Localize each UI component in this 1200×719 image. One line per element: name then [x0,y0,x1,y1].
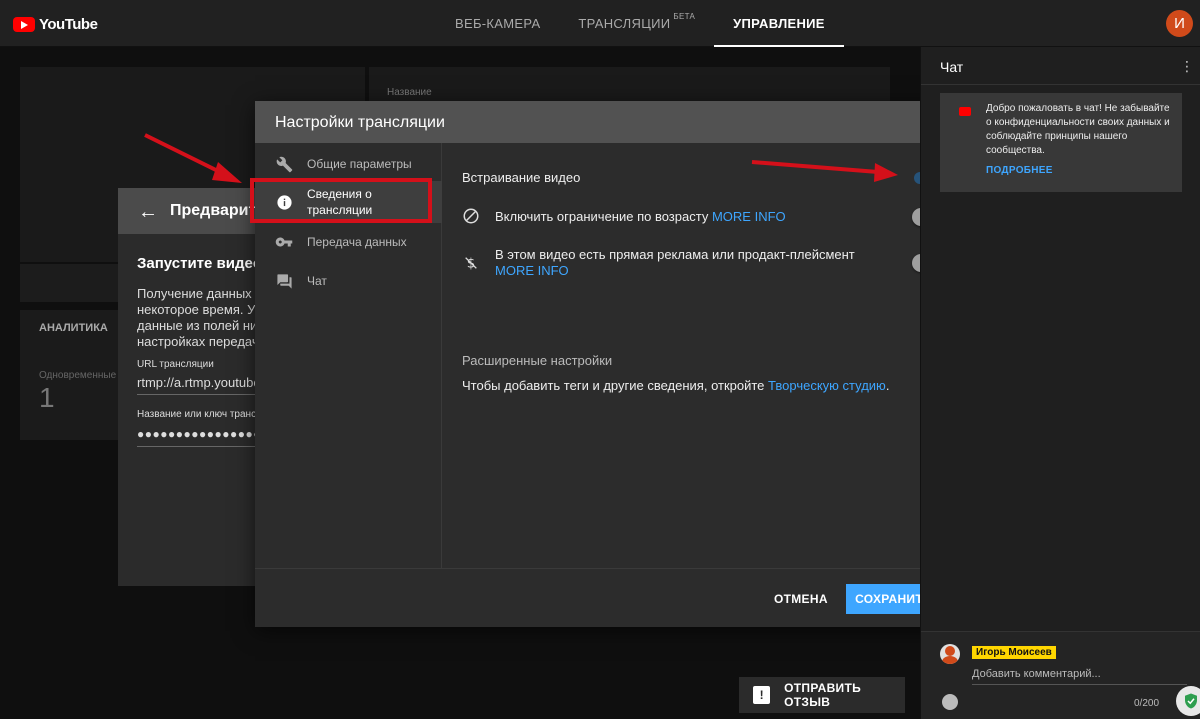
divider [137,394,258,395]
chat-comment-input[interactable]: Добавить комментарий... [972,668,1101,680]
stream-url-label: URL трансляции [137,359,214,370]
stream-key-label: Название или ключ трансляции [137,409,258,420]
advanced-settings-text: Чтобы добавить теги и другие сведения, о… [462,378,889,393]
dollar-off-icon: $ [462,254,480,272]
preview-paragraph: Получение данных может занять некоторое … [137,286,258,349]
preview-heading: Запустите видеокодер [137,255,258,272]
modal-header: Настройки трансляции [255,101,960,143]
svg-text:$: $ [467,257,475,272]
sidebar-item-general[interactable]: Общие параметры [255,151,442,177]
sidebar-item-label: Общие параметры [307,157,412,171]
chat-header: Чат ⋮ [921,47,1200,85]
tab-manage[interactable]: УПРАВЛЕНИЕ [714,0,844,47]
settings-content: Встраивание видео Включить ограничение п… [443,143,960,568]
back-arrow-icon[interactable]: ← [138,201,158,224]
sidebar-item-label: Передача данных [307,235,407,249]
paid-promotion-label: В этом видео есть прямая реклама или про… [495,247,895,279]
youtube-play-icon [13,16,35,32]
sidebar-item-chat[interactable]: Чат [255,268,442,294]
learn-more-link[interactable]: ПОДРОБНЕЕ [986,165,1053,176]
concurrent-value: 1 [39,382,55,413]
beta-badge: БЕТА [673,12,696,21]
red-highlight-box [250,178,432,223]
cancel-button[interactable]: ОТМЕНА [760,584,842,614]
feedback-icon: ! [753,686,771,704]
age-restriction-text: Включить ограничение по возрасту [495,209,709,224]
top-bar: YouTube ВЕБ-КАМЕРА ТРАНСЛЯЦИИ БЕТА УПРАВЛ… [0,0,1200,47]
tab-manage-label: УПРАВЛЕНИЕ [733,16,825,31]
logo-text: YouTube [39,15,98,33]
age-restriction-label: Включить ограничение по возрасту MORE IN… [495,209,786,224]
chat-welcome-card: Добро пожаловать в чат! Не забывайте о к… [940,93,1182,192]
char-counter: 0/200 [1134,698,1160,709]
key-icon [275,233,293,251]
creator-studio-link[interactable]: Творческую студию [768,378,886,393]
more-vert-icon[interactable]: ⋮ [1180,58,1194,75]
sidebar-item-label: Чат [307,274,327,288]
preview-dialog: ← Предварительный просмотр Запустите вид… [118,188,258,586]
tab-webcam-label: ВЕБ-КАМЕРА [455,16,541,31]
stream-url-field[interactable]: rtmp://a.rtmp.youtube.com/live2 [137,375,258,390]
youtube-logo[interactable]: YouTube [13,13,98,35]
shield-check-icon[interactable] [1176,686,1200,716]
input-underline [972,684,1187,685]
app-root: YouTube ВЕБ-КАМЕРА ТРАНСЛЯЦИИ БЕТА УПРАВЛ… [0,0,1200,719]
chat-input-area: Игорь Моисеев Добавить комментарий... 0/… [921,631,1200,719]
advanced-end: . [885,378,890,393]
advanced-text: Чтобы добавить теги и другие сведения, о… [462,378,769,393]
preview-header: ← Предварительный просмотр [118,188,258,234]
feedback-label: ОТПРАВИТЬ ОТЗЫВ [784,681,862,709]
embed-label: Встраивание видео [462,170,581,185]
emoji-icon[interactable] [942,694,958,710]
top-nav: ВЕБ-КАМЕРА ТРАНСЛЯЦИИ БЕТА УПРАВЛЕНИЕ [436,0,844,47]
youtube-play-icon [959,107,971,116]
divider [137,446,258,447]
chat-title: Чат [940,59,964,75]
chat-icon [275,272,293,290]
wrench-icon [275,155,293,173]
chat-user-name: Игорь Моисеев [972,646,1056,659]
concurrent-label: Одновременные [39,370,117,381]
stream-title-label: Название [387,87,432,98]
analytics-title: АНАЛИТИКА [39,322,108,334]
welcome-text: Добро пожаловать в чат! Не забывайте о к… [986,103,1170,156]
preview-title: Предварительный просмотр [170,202,258,219]
age-more-info-link[interactable]: MORE INFO [712,209,786,224]
chat-panel: Чат ⋮ Добро пожаловать в чат! Не забывай… [920,47,1200,719]
block-icon [462,207,480,225]
tab-streams[interactable]: ТРАНСЛЯЦИИ БЕТА [559,0,714,47]
stream-key-field[interactable]: ●●●●●●●●●●●●●●●●●●● [137,427,258,441]
ads-more-info-link[interactable]: MORE INFO [495,263,569,278]
modal-footer: ОТМЕНА СОХРАНИТЬ [255,568,960,627]
user-avatar [940,644,960,664]
paid-promotion-text: В этом видео есть прямая реклама или про… [495,247,855,262]
advanced-settings-title: Расширенные настройки [462,353,613,368]
tab-streams-label: ТРАНСЛЯЦИИ [578,16,671,31]
avatar-letter: И [1174,15,1185,32]
sidebar-item-ingestion[interactable]: Передача данных [255,229,442,255]
tab-webcam[interactable]: ВЕБ-КАМЕРА [436,0,559,47]
send-feedback-button[interactable]: ! ОТПРАВИТЬ ОТЗЫВ [739,677,905,713]
modal-title: Настройки трансляции [275,114,445,131]
account-avatar[interactable]: И [1166,10,1193,37]
